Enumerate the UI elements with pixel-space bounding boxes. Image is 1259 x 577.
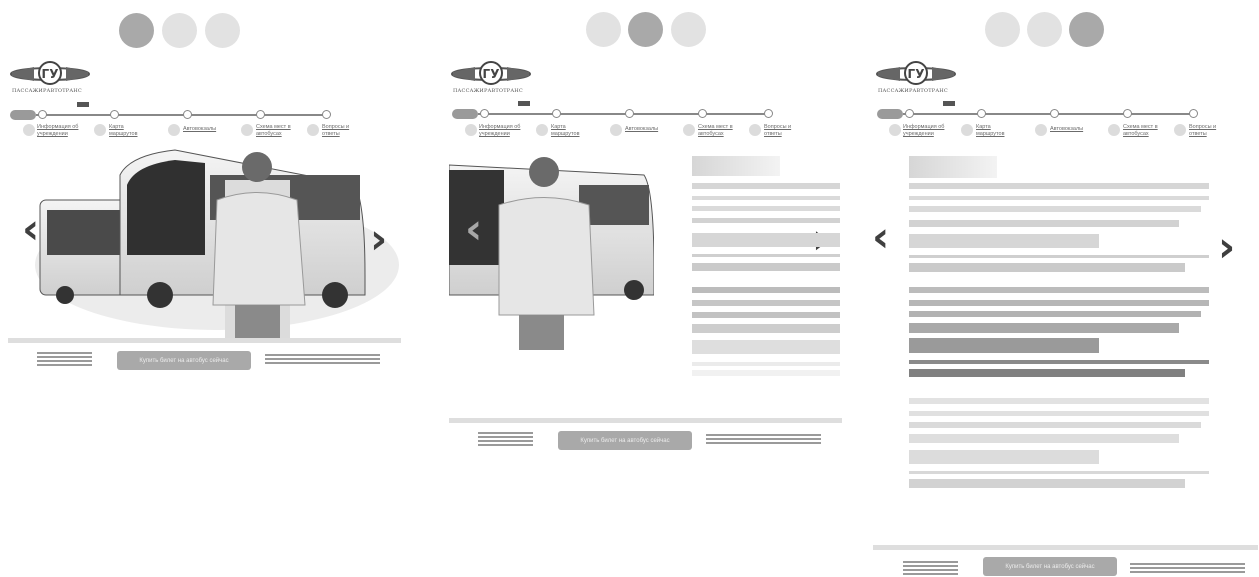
timeline-marker [518,101,530,106]
nav-seats[interactable]: Схема мест в автобусах [1123,124,1171,138]
pager-dot-1[interactable] [119,13,154,48]
info-icon [465,124,477,136]
nav-stations[interactable]: Автовокзалы [1050,126,1100,133]
chevron-left-icon[interactable]: ‹ [872,216,889,258]
pager-dot-2[interactable] [162,13,197,48]
footer-divider [8,338,401,343]
nav-stations[interactable]: Автовокзалы [625,126,675,133]
footer-lines-right [1130,563,1245,575]
logo[interactable]: ГУ ПАССАЖИРАВТОТРАНС [451,55,531,95]
station-icon [610,124,622,136]
station-icon [1035,124,1047,136]
nav-stations[interactable]: Автовокзалы [183,126,233,133]
footer-lines-right [706,434,821,446]
chevron-left-icon[interactable]: ‹ [465,208,482,250]
info-icon [889,124,901,136]
svg-text:ГУ: ГУ [908,67,925,81]
timeline-node[interactable] [183,110,192,119]
footer-divider [449,418,842,423]
timeline-start [877,109,903,119]
chevron-right-icon[interactable]: › [1218,226,1235,268]
timeline-line [36,114,328,116]
timeline-node[interactable] [1050,109,1059,118]
nav-map[interactable]: Карта маршрутов [976,124,1016,138]
chevron-left-icon[interactable]: ‹ [22,208,39,250]
timeline-marker [77,102,89,107]
timeline-node[interactable] [480,109,489,118]
logo-caption: ПАССАЖИРАВТОТРАНС [878,88,948,94]
nav-faq[interactable]: Вопросы и ответы [764,124,806,138]
buy-ticket-button[interactable]: Купить билет на автобус сейчас [983,557,1117,576]
buy-ticket-button[interactable]: Купить билет на автобус сейчас [558,431,692,450]
logo-caption: ПАССАЖИРАВТОТРАНС [453,88,523,94]
buy-ticket-button[interactable]: Купить билет на автобус сейчас [117,351,251,370]
timeline-node[interactable] [905,109,914,118]
info-icon [23,124,35,136]
timeline-node[interactable] [256,110,265,119]
nav-info[interactable]: Информация об учреждении [37,124,87,138]
nav-faq[interactable]: Вопросы и ответы [1189,124,1231,138]
pager-dot-1[interactable] [586,12,621,47]
faq-icon [1174,124,1186,136]
timeline-start [10,110,36,120]
timeline-node[interactable] [698,109,707,118]
timeline-marker [943,101,955,106]
pager-dot-3[interactable] [205,13,240,48]
timeline-node[interactable] [977,109,986,118]
footer-lines-left [37,352,92,368]
timeline-node[interactable] [764,109,773,118]
svg-text:ГУ: ГУ [483,67,500,81]
pager-dot-3[interactable] [671,12,706,47]
chevron-right-icon[interactable]: › [370,218,387,260]
logo-caption: ПАССАЖИРАВТОТРАНС [12,88,82,94]
logo[interactable]: ГУ ПАССАЖИРАВТОТРАНС [876,55,956,95]
nav-info[interactable]: Информация об учреждении [903,124,953,138]
timeline-node[interactable] [625,109,634,118]
timeline-node[interactable] [110,110,119,119]
map-icon [536,124,548,136]
footer-lines-right [265,354,380,366]
pager-dot-3[interactable] [1069,12,1104,47]
hero-bus-image [35,149,399,340]
map-icon [961,124,973,136]
timeline-node[interactable] [322,110,331,119]
station-icon [168,124,180,136]
timeline-line [478,113,770,115]
footer-lines-left [478,432,533,448]
timeline-start [452,109,478,119]
nav-info[interactable]: Информация об учреждении [479,124,529,138]
nav-map[interactable]: Карта маршрутов [551,124,591,138]
svg-text:ГУ: ГУ [42,67,59,81]
timeline-node[interactable] [552,109,561,118]
footer-divider [873,545,1258,550]
pager-dot-2[interactable] [1027,12,1062,47]
seat-icon [683,124,695,136]
timeline-line [903,113,1195,115]
faq-icon [307,124,319,136]
pager-dot-2[interactable] [628,12,663,47]
timeline-node[interactable] [38,110,47,119]
logo[interactable]: ГУ ПАССАЖИРАВТОТРАНС [10,55,90,95]
seat-icon [241,124,253,136]
nav-seats[interactable]: Схема мест в автобусах [256,124,304,138]
seat-icon [1108,124,1120,136]
timeline-node[interactable] [1123,109,1132,118]
nav-map[interactable]: Карта маршрутов [109,124,149,138]
map-icon [94,124,106,136]
pager-dot-1[interactable] [985,12,1020,47]
nav-faq[interactable]: Вопросы и ответы [322,124,364,138]
nav-seats[interactable]: Схема мест в автобусах [698,124,746,138]
faq-icon [749,124,761,136]
timeline-node[interactable] [1189,109,1198,118]
